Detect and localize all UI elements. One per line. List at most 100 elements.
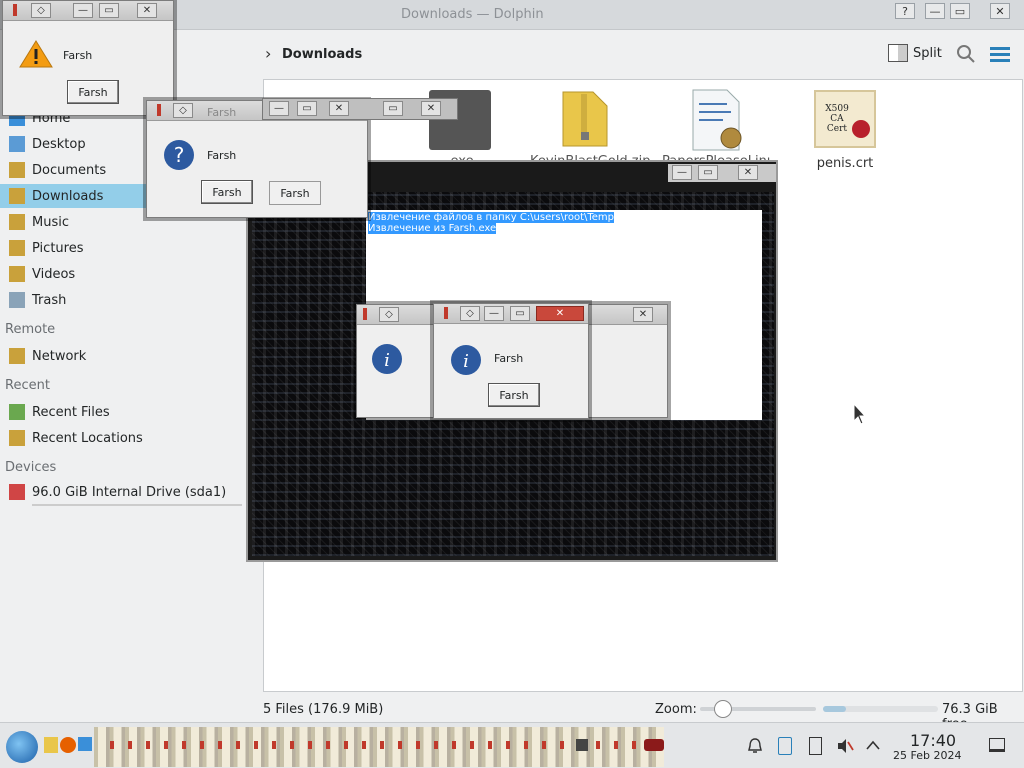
sidebar-item-label: Music: [32, 214, 69, 230]
pin-icon: [363, 308, 367, 320]
sidebar-item-trash[interactable]: Trash: [0, 288, 250, 312]
sidebar-item-internal-drive[interactable]: 96.0 GiB Internal Drive (sda1): [0, 480, 250, 504]
clock-time[interactable]: 17:40: [910, 731, 956, 750]
show-desktop-icon[interactable]: [989, 738, 1005, 752]
warning-icon: [19, 40, 53, 68]
sidebar-item-label: Pictures: [32, 240, 84, 256]
dialog-titlebar[interactable]: ◇ — ▭ ✕: [434, 304, 588, 324]
zoom-slider[interactable]: [700, 700, 816, 718]
search-icon[interactable]: [956, 44, 976, 64]
file-manager-launcher-icon[interactable]: [44, 737, 58, 753]
zoom-label: Zoom:: [655, 702, 697, 717]
split-button[interactable]: Split: [888, 44, 942, 62]
question-icon: ?: [164, 140, 194, 170]
close-button[interactable]: ✕: [738, 165, 758, 180]
clipboard-icon[interactable]: [778, 737, 792, 755]
notifications-icon[interactable]: [746, 737, 764, 755]
warning-dialog[interactable]: ◇ — ▭ ✕ Farsh Farsh: [2, 0, 174, 116]
close-button: ✕: [633, 307, 653, 322]
zoom-slider-handle[interactable]: [714, 700, 732, 718]
restore-button[interactable]: ◇: [31, 3, 51, 18]
shell-script-icon: [692, 89, 742, 151]
sidebar-item-recent-locations[interactable]: Recent Locations: [0, 426, 250, 450]
dialog-message: Farsh: [63, 49, 93, 62]
close-button: ✕: [421, 101, 441, 116]
app-launcher-icon[interactable]: [78, 737, 92, 751]
pictures-icon: [9, 240, 25, 256]
sidebar-item-label: Downloads: [32, 188, 104, 204]
farsh-button-2[interactable]: Farsh: [269, 181, 321, 205]
extract-log-line: Извлечение файлов в папку C:\users\root\…: [368, 212, 615, 223]
firefox-launcher-icon[interactable]: [60, 737, 76, 753]
dialog-title: Farsh: [207, 106, 237, 119]
battery-icon[interactable]: [809, 737, 822, 755]
hamburger-menu-icon[interactable]: [990, 46, 1010, 62]
certificate-icon-text: X509 CA Cert: [825, 104, 849, 134]
start-menu-button[interactable]: [6, 731, 38, 763]
farsh-button[interactable]: Farsh: [488, 383, 540, 407]
close-button[interactable]: ✕: [137, 3, 157, 18]
mouse-cursor-icon: [853, 403, 867, 425]
volume-muted-icon[interactable]: [836, 737, 854, 755]
restore-button[interactable]: ◇: [173, 103, 193, 118]
sidebar-item-pictures[interactable]: Pictures: [0, 236, 250, 260]
dialog-titlebar[interactable]: ◇ — ▭ ✕: [3, 1, 173, 21]
maximize-button: ▭: [297, 101, 317, 116]
sidebar-item-label: Videos: [32, 266, 76, 282]
sidebar-item-label: Recent Files: [32, 404, 110, 420]
maximize-button[interactable]: ▭: [698, 165, 718, 180]
help-button[interactable]: ?: [895, 3, 915, 19]
extract-window-titlebar[interactable]: — ▭ ✕: [668, 164, 776, 182]
extract-log-line: Извлечение из Farsh.exe: [368, 223, 497, 234]
minimize-button[interactable]: —: [925, 3, 945, 19]
svg-text:i: i: [384, 350, 390, 371]
tray-expand-icon[interactable]: [866, 739, 880, 751]
split-label: Split: [913, 45, 942, 61]
maximize-button[interactable]: ▭: [510, 306, 530, 321]
section-header-devices: Devices: [5, 460, 57, 475]
drive-usage-bar: [32, 504, 242, 506]
maximize-button[interactable]: ▭: [950, 3, 970, 19]
farsh-button-1[interactable]: Farsh: [201, 180, 253, 204]
free-space-bar: [823, 706, 938, 712]
sidebar-item-label: Desktop: [32, 136, 86, 152]
minimize-button[interactable]: —: [484, 306, 504, 321]
task-item-icon[interactable]: [576, 739, 588, 751]
close-button[interactable]: ✕: [990, 3, 1010, 19]
dialog-message: Farsh: [494, 352, 524, 365]
documents-icon: [9, 162, 25, 178]
restore-button[interactable]: ◇: [460, 306, 480, 321]
dialog-message: Farsh: [207, 149, 237, 162]
pin-icon: [13, 4, 17, 16]
file-item[interactable]: KevinBlastGold.zip: [530, 88, 651, 169]
svg-text:i: i: [463, 351, 469, 372]
sidebar-item-videos[interactable]: Videos: [0, 262, 250, 286]
minimize-button[interactable]: —: [672, 165, 692, 180]
drive-icon: [9, 484, 25, 500]
clock-date[interactable]: 25 Feb 2024: [893, 749, 961, 762]
sidebar-item-network[interactable]: Network: [0, 344, 250, 368]
sidebar-item-label: Recent Locations: [32, 430, 143, 446]
farsh-button[interactable]: Farsh: [67, 80, 119, 104]
file-name: penis.crt: [816, 156, 874, 171]
maximize-button[interactable]: ▭: [99, 3, 119, 18]
restore-button: ◇: [379, 307, 399, 322]
free-space-fill: [823, 706, 846, 712]
sidebar-item-label: Network: [32, 348, 87, 364]
sidebar-item-label: 96.0 GiB Internal Drive (sda1): [32, 484, 227, 500]
sidebar-item-recent-files[interactable]: Recent Files: [0, 400, 250, 424]
pin-icon: [157, 104, 161, 116]
window-title: Downloads — Dolphin: [401, 7, 544, 22]
minimize-button[interactable]: —: [73, 3, 93, 18]
breadcrumb-location[interactable]: Downloads: [282, 47, 362, 62]
zip-archive-icon: [562, 91, 608, 147]
music-icon: [9, 214, 25, 230]
desktop-icon: [9, 136, 25, 152]
taskbar: 17:40 25 Feb 2024: [0, 722, 1024, 768]
close-button[interactable]: ✕: [536, 306, 584, 321]
downloads-icon: [9, 188, 25, 204]
task-item-icon[interactable]: [644, 739, 664, 751]
section-header-recent: Recent: [5, 378, 50, 393]
file-item[interactable]: X509 CA Cert penis.crt: [790, 90, 900, 171]
info-dialog[interactable]: ◇ — ▭ ✕ i Farsh Farsh: [433, 303, 589, 419]
